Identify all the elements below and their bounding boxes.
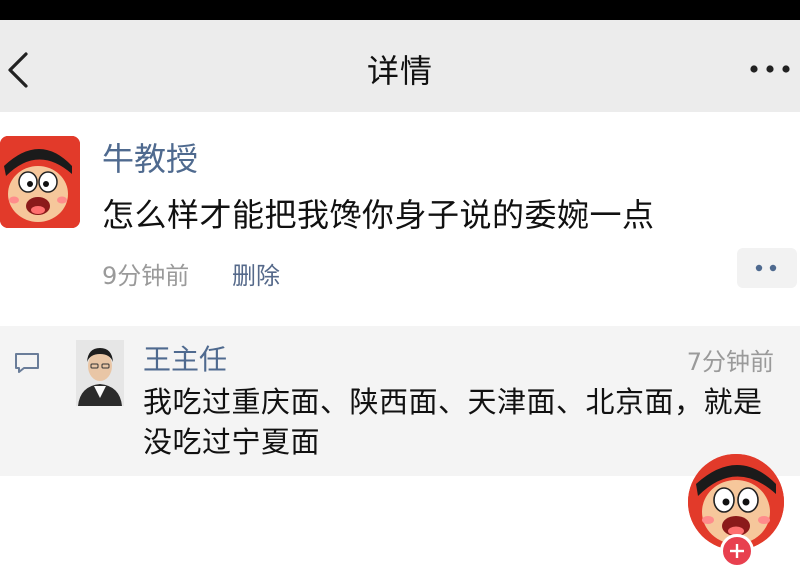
navigation-bar: 详情 <box>0 20 800 112</box>
moment-post: 牛教授 怎么样才能把我馋你身子说的委婉一点 9分钟前 删除 <box>0 112 800 326</box>
cartoon-face-icon <box>0 136 80 228</box>
post-text: 怎么样才能把我馋你身子说的委婉一点 <box>102 196 655 234</box>
plus-icon <box>730 544 744 558</box>
comment-author-name[interactable]: 王主任 <box>143 338 227 378</box>
delete-link[interactable]: 删除 <box>232 256 280 291</box>
comment-timestamp: 7分钟前 <box>686 348 774 376</box>
post-author-name[interactable]: 牛教授 <box>102 134 198 180</box>
comment-text: 我吃过重庆面、陕西面、天津面、北京面，就是没吃过宁夏面 <box>143 385 763 459</box>
avatar[interactable] <box>76 340 124 406</box>
comment-section: 王主任 7分钟前 我吃过重庆面、陕西面、天津面、北京面，就是没吃过宁夏面 <box>0 326 800 476</box>
post-action-button[interactable] <box>737 248 797 288</box>
post-timestamp: 9分钟前 <box>102 262 190 290</box>
person-portrait-icon <box>76 340 124 406</box>
add-badge[interactable] <box>720 534 754 568</box>
floating-avatar-button[interactable] <box>688 454 784 568</box>
status-bar <box>0 0 800 20</box>
page-title: 详情 <box>366 52 433 90</box>
more-dots-icon <box>755 264 777 272</box>
more-horizontal-icon[interactable] <box>748 62 792 76</box>
avatar[interactable] <box>0 136 80 228</box>
comment-bubble-icon <box>15 353 39 373</box>
